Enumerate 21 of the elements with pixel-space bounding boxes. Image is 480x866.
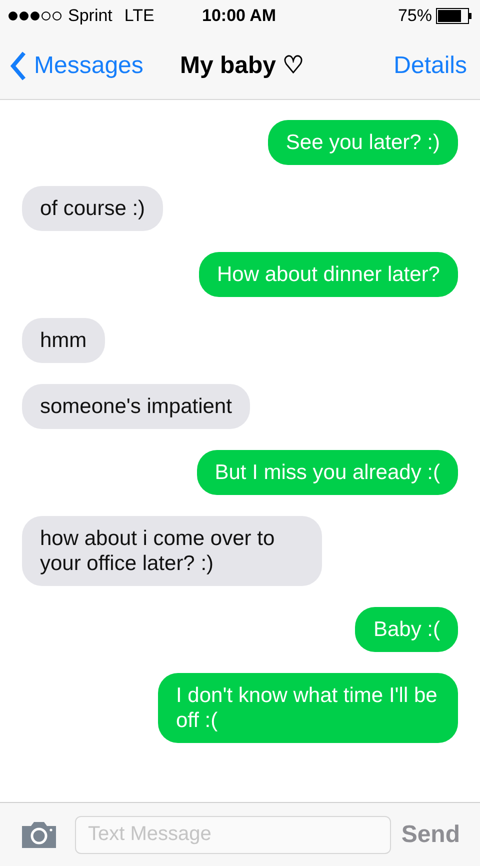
network-type: LTE: [124, 5, 154, 28]
back-button[interactable]: Messages: [10, 48, 144, 84]
camera-icon[interactable]: [20, 820, 58, 848]
send-button[interactable]: Send: [401, 816, 460, 852]
sent-message-bubble: Baby :(: [355, 607, 458, 652]
details-button[interactable]: Details: [394, 48, 470, 84]
sent-message-bubble: I don't know what time I'll be off :(: [158, 673, 458, 743]
signal-icon: [8, 10, 64, 22]
battery-icon: [436, 8, 472, 24]
chevron-left-icon: [10, 50, 26, 80]
received-message-bubble: of course :): [22, 186, 164, 231]
received-message-bubble: someone's impatient: [22, 384, 250, 429]
received-message-bubble: how about i come over to your office later? :): [22, 516, 322, 586]
carrier-name: Sprint: [68, 5, 112, 28]
sent-message-bubble: How about dinner later?: [199, 252, 458, 297]
sent-message-bubble: But I miss you already :(: [196, 450, 458, 495]
sent-message-bubble: See you later? :): [268, 120, 458, 165]
conversation-title: My baby ♡: [180, 50, 305, 80]
received-message-bubble: hmm: [22, 318, 105, 363]
status-time: 10:00 AM: [202, 5, 276, 28]
battery-percent: 75%: [398, 5, 432, 28]
